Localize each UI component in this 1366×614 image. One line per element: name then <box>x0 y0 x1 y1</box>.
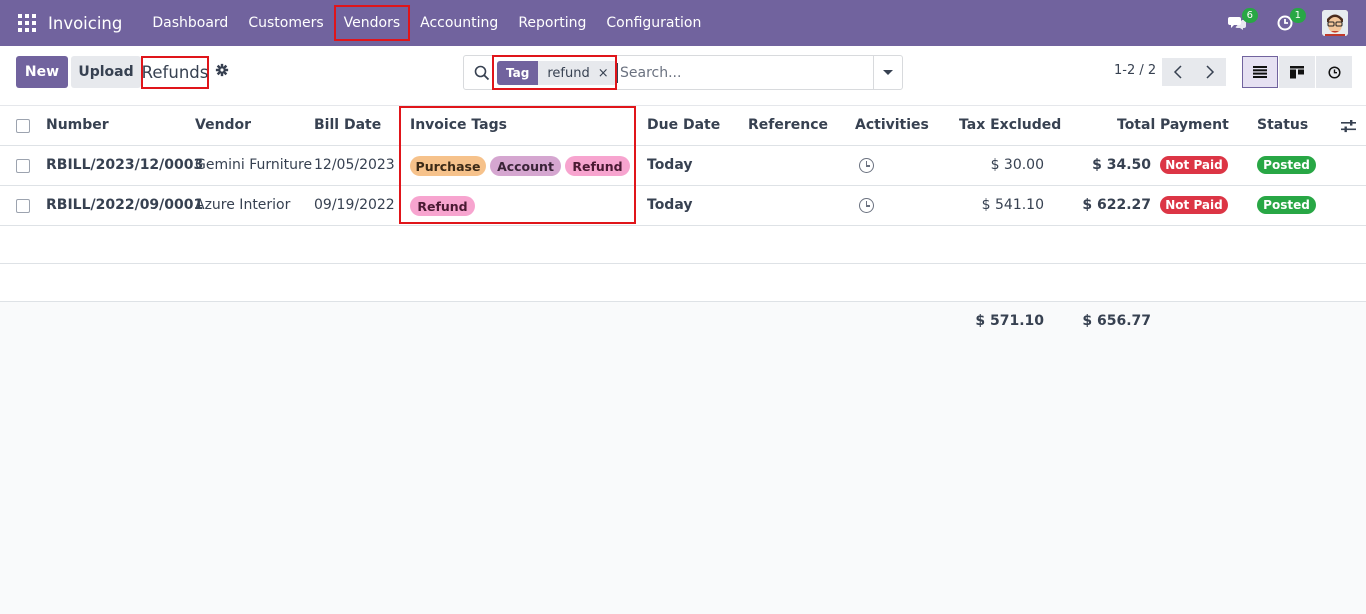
table-footer-totals: $ 571.10 $ 656.77 <box>0 302 1366 342</box>
top-navbar: Invoicing Dashboard Customers Vendors Ac… <box>0 0 1366 46</box>
apps-menu-icon[interactable] <box>18 14 36 32</box>
app-brand[interactable]: Invoicing <box>48 14 122 33</box>
header-tax-excluded[interactable]: Tax Excluded <box>959 117 1061 133</box>
header-vendor[interactable]: Vendor <box>195 117 251 133</box>
row-checkbox[interactable] <box>16 199 30 213</box>
nav-customers[interactable]: Customers <box>238 5 333 41</box>
select-all-checkbox[interactable] <box>16 119 30 133</box>
nav-vendors[interactable]: Vendors <box>333 5 411 41</box>
cell-due-date: Today <box>647 157 693 173</box>
tag-refund: Refund <box>565 156 630 176</box>
header-bill-date[interactable]: Bill Date <box>314 117 381 133</box>
nav-dashboard[interactable]: Dashboard <box>142 5 238 41</box>
payment-status-badge: Not Paid <box>1160 196 1228 214</box>
header-status[interactable]: Status <box>1257 117 1308 133</box>
user-avatar[interactable] <box>1322 10 1348 36</box>
activities-button[interactable]: 1 <box>1274 8 1306 34</box>
activities-count-badge: 1 <box>1289 8 1306 23</box>
list-view-button[interactable] <box>1242 56 1278 88</box>
kanban-view-button[interactable] <box>1279 56 1315 88</box>
cell-bill-date: 12/05/2023 <box>314 157 395 173</box>
search-options-toggle[interactable] <box>873 56 902 89</box>
kanban-icon <box>1290 65 1304 78</box>
header-payment[interactable]: Payment <box>1160 117 1229 133</box>
row-checkbox[interactable] <box>16 159 30 173</box>
upload-button[interactable]: Upload <box>71 56 141 88</box>
total-tax-excluded: $ 571.10 <box>975 313 1044 329</box>
cell-vendor: Gemini Furniture <box>195 157 313 173</box>
gear-icon[interactable] <box>215 63 229 77</box>
empty-row <box>0 264 1366 302</box>
nav-configuration[interactable]: Configuration <box>596 5 711 41</box>
activity-clock-icon[interactable] <box>859 198 874 213</box>
activity-view-button[interactable] <box>1316 56 1352 88</box>
header-due-date[interactable]: Due Date <box>647 117 720 133</box>
nav-accounting[interactable]: Accounting <box>410 5 508 41</box>
chevron-left-icon <box>1173 65 1182 79</box>
total-amount: $ 656.77 <box>1082 313 1151 329</box>
facet-highlight <box>492 55 617 90</box>
header-invoice-tags[interactable]: Invoice Tags <box>410 117 507 133</box>
tag-account: Account <box>490 156 561 176</box>
column-settings-icon[interactable] <box>1341 119 1356 133</box>
caret-down-icon <box>883 70 893 75</box>
empty-row <box>0 226 1366 264</box>
bills-table: Number Vendor Bill Date Invoice Tags Due… <box>0 106 1366 342</box>
page-title: Refunds <box>141 56 209 89</box>
search-input[interactable] <box>617 63 873 83</box>
tag-purchase: Purchase <box>410 156 486 176</box>
pager-value[interactable]: 1-2 / 2 <box>1114 63 1156 78</box>
cell-vendor: Azure Interior <box>195 197 291 213</box>
table-header: Number Vendor Bill Date Invoice Tags Due… <box>0 106 1366 146</box>
cell-total: $ 622.27 <box>1082 197 1151 213</box>
new-button[interactable]: New <box>16 56 68 88</box>
clock-icon <box>1327 65 1341 79</box>
cell-total: $ 34.50 <box>1092 157 1151 173</box>
pager-next-button[interactable] <box>1194 58 1226 86</box>
nav-reporting[interactable]: Reporting <box>508 5 596 41</box>
status-badge: Posted <box>1257 156 1316 174</box>
cell-number: RBILL/2022/09/0001 <box>46 197 204 213</box>
chevron-right-icon <box>1206 65 1215 79</box>
table-row[interactable]: RBILL/2022/09/0001 Azure Interior 09/19/… <box>0 186 1366 226</box>
cell-tax-excluded: $ 30.00 <box>990 157 1044 173</box>
header-number[interactable]: Number <box>46 117 109 133</box>
cell-bill-date: 09/19/2022 <box>314 197 395 213</box>
header-total[interactable]: Total <box>1117 117 1155 133</box>
messages-count-badge: 6 <box>1241 8 1258 23</box>
control-panel: New Upload Refunds Tag refund × 1-2 / 2 <box>0 46 1366 106</box>
status-badge: Posted <box>1257 196 1316 214</box>
cell-number: RBILL/2023/12/0003 <box>46 157 204 173</box>
cell-due-date: Today <box>647 197 693 213</box>
pager-previous-button[interactable] <box>1162 58 1194 86</box>
activity-clock-icon[interactable] <box>859 158 874 173</box>
header-reference[interactable]: Reference <box>748 117 828 133</box>
payment-status-badge: Not Paid <box>1160 156 1228 174</box>
list-icon <box>1253 66 1267 78</box>
table-row[interactable]: RBILL/2023/12/0003 Gemini Furniture 12/0… <box>0 146 1366 186</box>
cell-tax-excluded: $ 541.10 <box>981 197 1044 213</box>
search-bar: Tag refund × <box>463 55 903 90</box>
header-activities[interactable]: Activities <box>855 117 929 133</box>
tag-refund: Refund <box>410 196 475 216</box>
search-icon[interactable] <box>474 65 490 81</box>
messages-button[interactable]: 6 <box>1226 8 1258 34</box>
